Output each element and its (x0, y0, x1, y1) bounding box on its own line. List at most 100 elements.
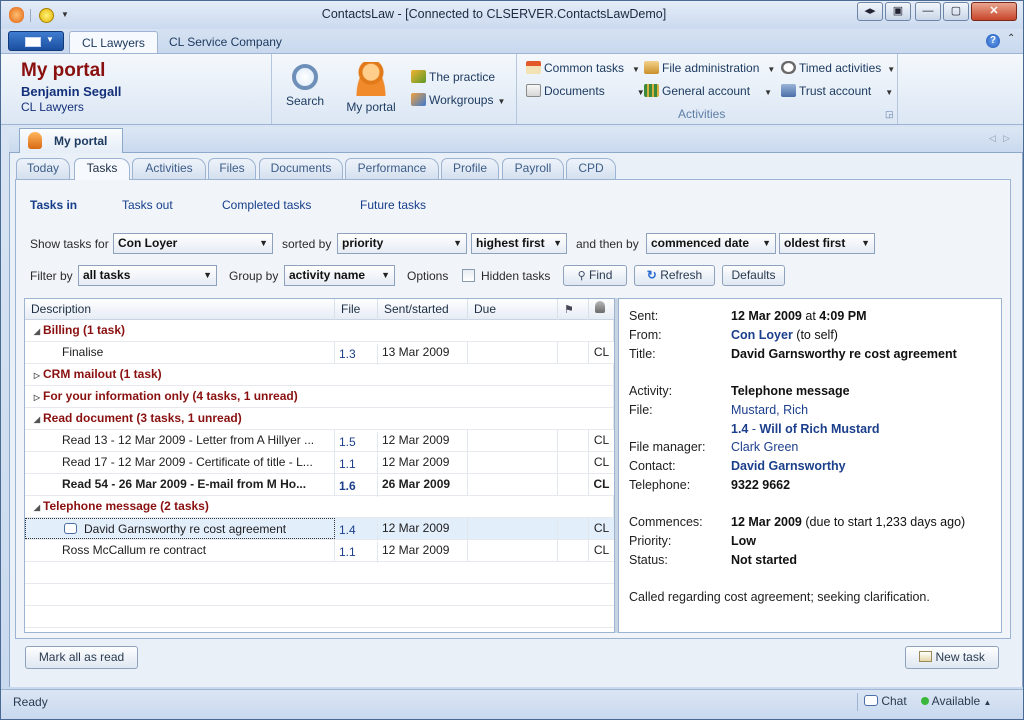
tab-files[interactable]: Files (208, 158, 256, 179)
scroll-right-icon[interactable]: ▷ (1003, 133, 1010, 144)
dialog-launcher-icon[interactable]: ◲ (885, 109, 894, 120)
tab-tasks[interactable]: Tasks (74, 158, 130, 180)
window-options-button[interactable]: ▣ (885, 2, 911, 21)
ribbon-tab-cl-service-company[interactable]: CL Service Company (157, 31, 294, 53)
task-flag[interactable] (558, 474, 589, 495)
restore-layout-button[interactable]: ◂▸ (857, 2, 883, 21)
ribbon-tab-cl-lawyers[interactable]: CL Lawyers (69, 31, 158, 53)
presence-button[interactable]: Available ▲ (921, 694, 991, 708)
new-task-button[interactable]: New task (905, 646, 999, 669)
tab-documents[interactable]: Documents (259, 158, 343, 179)
task-description[interactable]: Read 13 - 12 Mar 2009 - Letter from A Hi… (25, 430, 335, 451)
task-description[interactable]: David Garnsworthy re cost agreement (25, 518, 335, 539)
table-row[interactable]: Ross McCallum re contract 1.1 12 Mar 2009 C… (25, 540, 614, 563)
task-file[interactable]: 1.6 (335, 476, 378, 497)
collapse-triangle-icon[interactable]: ◢ (31, 409, 43, 429)
group-header[interactable]: ◢ Billing (1 task) (25, 320, 614, 341)
tab-performance[interactable]: Performance (345, 158, 439, 179)
then-by-select[interactable]: commenced date ▼ (646, 233, 776, 254)
tab-payroll[interactable]: Payroll (502, 158, 564, 179)
tab-activities[interactable]: Activities (132, 158, 206, 179)
search-button[interactable]: Search (276, 58, 334, 108)
pane-tab-my-portal[interactable]: My portal (19, 128, 123, 153)
task-flag[interactable] (558, 540, 589, 561)
chat-button[interactable]: Chat (864, 694, 907, 708)
column-sent-started[interactable]: Sent/started (378, 299, 468, 320)
task-file[interactable]: 1.1 (335, 454, 378, 475)
tab-cpd[interactable]: CPD (566, 158, 616, 179)
subnav-tasks-in[interactable]: Tasks in (30, 198, 77, 212)
tab-today[interactable]: Today (16, 158, 70, 179)
task-description[interactable]: Ross McCallum re contract (25, 540, 335, 561)
tab-profile[interactable]: Profile (441, 158, 499, 179)
task-description[interactable]: Read 54 - 26 Mar 2009 - E-mail from M Ho… (25, 474, 335, 495)
table-row[interactable]: Read 13 - 12 Mar 2009 - Letter from A Hi… (25, 430, 614, 453)
group-row[interactable]: ◢ Telephone message (2 tasks) (25, 496, 614, 518)
column-description[interactable]: Description (25, 299, 335, 320)
show-tasks-for-select[interactable]: Con Loyer ▼ (113, 233, 273, 254)
column-file[interactable]: File (335, 299, 378, 320)
application-menu-button[interactable]: ▼ (8, 31, 64, 51)
my-portal-button[interactable]: My portal (342, 58, 400, 114)
task-description[interactable]: Finalise (25, 342, 335, 363)
table-row[interactable]: Read 17 - 12 Mar 2009 - Certificate of t… (25, 452, 614, 475)
common-tasks-button[interactable]: Common tasks ▼ (526, 58, 640, 78)
from-link[interactable]: Con Loyer (731, 328, 793, 342)
refresh-button[interactable]: ↻ Refresh (634, 265, 715, 286)
group-row[interactable]: ▷ CRM mailout (1 task) (25, 364, 614, 386)
task-file[interactable]: 1.4 (335, 520, 378, 541)
column-flag[interactable]: ⚑ (558, 299, 589, 320)
timed-activities-button[interactable]: Timed activities ▼ (781, 58, 895, 78)
defaults-button[interactable]: Defaults (722, 265, 785, 286)
table-row[interactable]: Finalise 1.3 13 Mar 2009 CL (25, 342, 614, 365)
collapse-triangle-icon[interactable]: ◢ (31, 321, 43, 341)
contact-link[interactable]: David Garnsworthy (731, 459, 846, 473)
file-number-link[interactable]: 1.4 (731, 422, 748, 436)
table-row[interactable]: Read 54 - 26 Mar 2009 - E-mail from M Ho… (25, 474, 614, 497)
then-order-select[interactable]: oldest first ▼ (779, 233, 875, 254)
task-flag[interactable] (558, 430, 589, 451)
group-header[interactable]: ▷ For your information only (4 tasks, 1 u… (25, 386, 614, 407)
group-header[interactable]: ◢ Read document (3 tasks, 1 unread) (25, 408, 614, 429)
group-row[interactable]: ▷ For your information only (4 tasks, 1 u… (25, 386, 614, 408)
collapse-triangle-icon[interactable]: ◢ (31, 497, 43, 517)
subnav-tasks-out[interactable]: Tasks out (122, 198, 173, 212)
task-flag[interactable] (558, 452, 589, 473)
group-header[interactable]: ◢ Telephone message (2 tasks) (25, 496, 614, 517)
task-flag[interactable] (558, 342, 589, 363)
task-file[interactable]: 1.3 (335, 344, 378, 365)
general-account-button[interactable]: General account ▼ (644, 81, 772, 101)
task-description[interactable]: Read 17 - 12 Mar 2009 - Certificate of t… (25, 452, 335, 473)
column-due[interactable]: Due (468, 299, 558, 320)
expand-triangle-icon[interactable]: ▷ (31, 387, 43, 407)
workgroups-button[interactable]: Workgroups ▼ (411, 90, 505, 110)
file-manager-link[interactable]: Clark Green (731, 440, 798, 454)
hidden-tasks-checkbox[interactable] (462, 269, 475, 282)
file-administration-button[interactable]: File administration ▼ (644, 58, 775, 78)
documents-button[interactable]: Documents ▼ (526, 81, 645, 101)
task-flag[interactable] (558, 518, 589, 539)
group-header[interactable]: ▷ CRM mailout (1 task) (25, 364, 614, 385)
filter-by-select[interactable]: all tasks ▼ (78, 265, 217, 286)
hidden-tasks-label[interactable]: Hidden tasks (481, 269, 550, 283)
group-row[interactable]: ◢ Billing (1 task) (25, 320, 614, 342)
close-button[interactable]: ✕ (971, 2, 1017, 21)
trust-account-button[interactable]: Trust account ▼ (781, 81, 893, 101)
table-row[interactable]: David Garnsworthy re cost agreement 1.4 12… (25, 518, 614, 541)
help-icon[interactable]: ? (986, 34, 1000, 48)
task-file[interactable]: 1.5 (335, 432, 378, 453)
sort-order-select[interactable]: highest first ▼ (471, 233, 567, 254)
minimize-button[interactable]: — (915, 2, 941, 21)
mark-all-read-button[interactable]: Mark all as read (25, 646, 138, 669)
group-by-select[interactable]: activity name ▼ (284, 265, 395, 286)
column-assignee[interactable] (589, 299, 614, 320)
group-row[interactable]: ◢ Read document (3 tasks, 1 unread) (25, 408, 614, 430)
subnav-completed-tasks[interactable]: Completed tasks (222, 198, 311, 212)
ribbon-collapse-icon[interactable]: ⌃ (1007, 33, 1015, 44)
find-button[interactable]: ⚲ Find (563, 265, 627, 286)
subnav-future-tasks[interactable]: Future tasks (360, 198, 426, 212)
task-file[interactable]: 1.1 (335, 542, 378, 563)
the-practice-button[interactable]: The practice (411, 67, 495, 87)
file-name-link[interactable]: Will of Rich Mustard (760, 422, 880, 436)
file-client-link[interactable]: Mustard, Rich (731, 403, 808, 417)
